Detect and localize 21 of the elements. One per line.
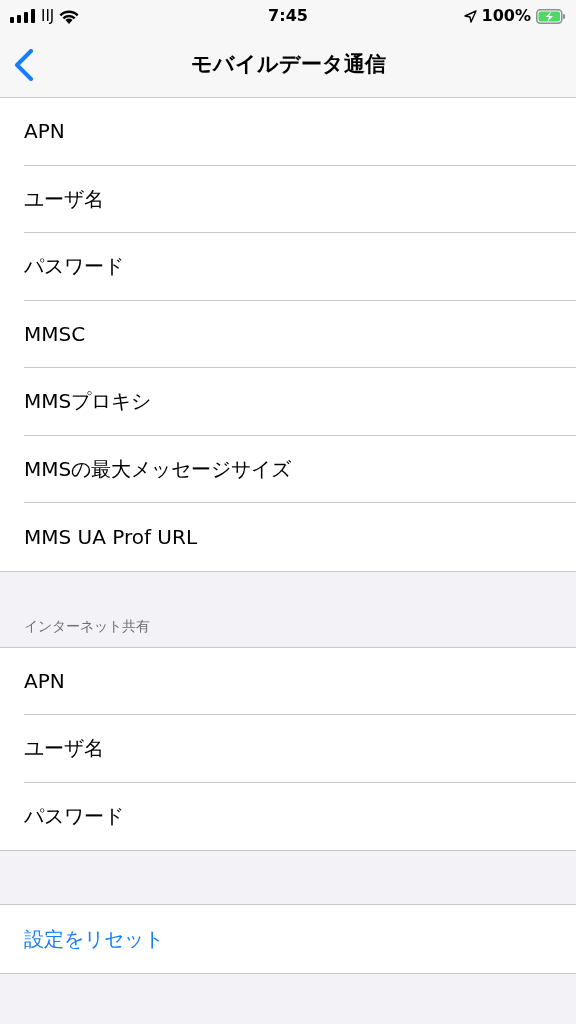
setting-label: MMSC bbox=[24, 320, 86, 348]
section-header: インターネット共有 bbox=[24, 616, 150, 636]
setting-label: パスワード bbox=[24, 253, 124, 281]
location-arrow-icon bbox=[463, 9, 477, 23]
setting-label: ユーザ名 bbox=[24, 185, 104, 213]
carrier-name: IIJ bbox=[41, 5, 55, 27]
wifi-icon bbox=[59, 8, 80, 24]
setting-label: パスワード bbox=[24, 803, 124, 831]
setting-label: MMS UA Prof URL bbox=[24, 523, 198, 551]
setting-label: MMSプロキシ bbox=[24, 388, 152, 416]
setting-label: MMSの最大メッセージサイズ bbox=[24, 455, 292, 483]
setting-label: ユーザ名 bbox=[24, 735, 104, 763]
battery-percent: 100% bbox=[481, 5, 531, 27]
reset-link[interactable]: 設定をリセット bbox=[24, 923, 164, 954]
back-button[interactable] bbox=[12, 46, 36, 83]
status-time: 7:45 bbox=[268, 5, 308, 27]
setting-label: APN bbox=[24, 667, 65, 695]
back-chevron-icon bbox=[14, 48, 34, 81]
setting-label: APN bbox=[24, 118, 65, 146]
signal-icon bbox=[10, 9, 36, 23]
screen-title: モバイルデータ通信 bbox=[190, 50, 386, 78]
